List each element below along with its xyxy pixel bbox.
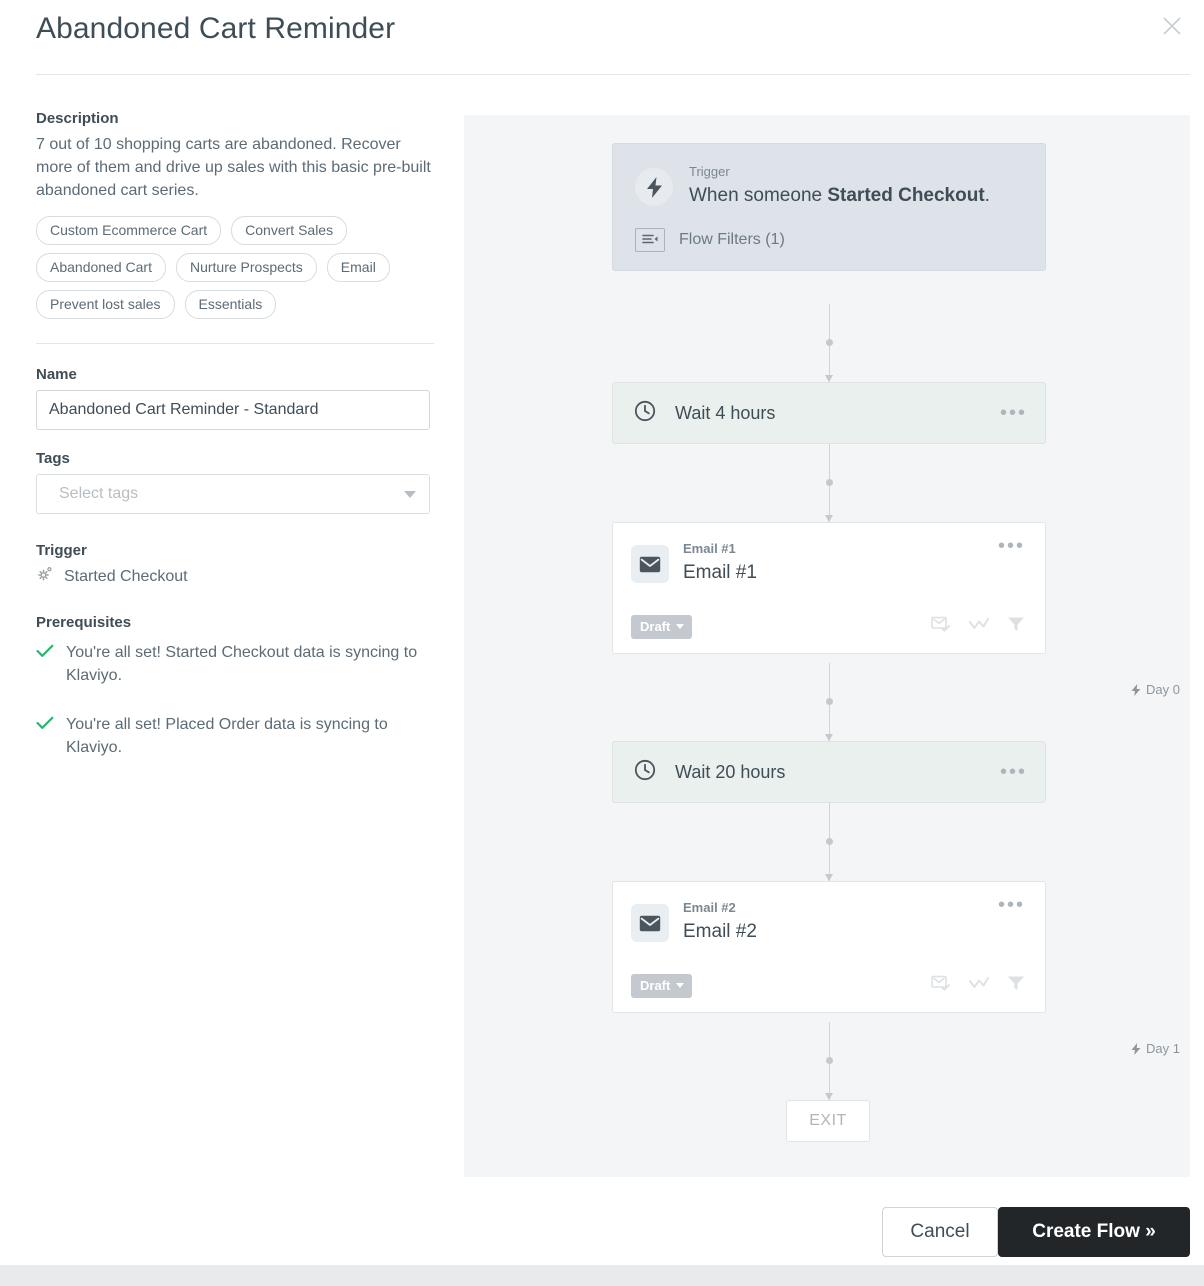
trigger-sentence-suffix: . xyxy=(985,185,990,206)
skip-icon[interactable] xyxy=(969,617,989,637)
flow-filters-icon xyxy=(635,228,665,252)
flow-filters-row[interactable]: Flow Filters (1) xyxy=(635,228,1023,252)
flow-diagram: Trigger When someone Started Checkout. F… xyxy=(464,115,1190,1177)
template-tag: Email xyxy=(327,253,390,282)
connector-arrow xyxy=(825,515,833,522)
smart-sending-icon[interactable] xyxy=(931,975,951,997)
template-tag: Nurture Prospects xyxy=(176,253,317,282)
flow-preview-canvas[interactable]: Trigger When someone Started Checkout. F… xyxy=(464,115,1190,1177)
trigger-card-kicker: Trigger xyxy=(689,164,990,180)
modal-footer: Cancel Create Flow » xyxy=(0,1207,1204,1265)
check-icon xyxy=(36,713,54,759)
clock-icon xyxy=(633,399,657,428)
trigger-label: Trigger xyxy=(36,542,436,559)
filter-icon[interactable] xyxy=(1007,616,1025,638)
page-title: Abandoned Cart Reminder xyxy=(36,12,395,46)
create-flow-button[interactable]: Create Flow » xyxy=(998,1207,1190,1257)
connector-dot xyxy=(826,698,833,705)
email-node-kicker: Email #2 xyxy=(683,900,757,916)
check-icon xyxy=(36,641,54,687)
flow-node-wait-2[interactable]: Wait 20 hours ••• xyxy=(612,741,1046,803)
clock-icon xyxy=(633,758,657,787)
trigger-sentence-prefix: When someone xyxy=(689,185,827,206)
connector-arrow xyxy=(825,874,833,881)
lightning-bolt-icon xyxy=(635,168,673,206)
tags-select[interactable] xyxy=(36,474,430,514)
flow-node-email-2[interactable]: Email #2 Email #2 ••• Draft xyxy=(612,881,1046,1013)
prerequisite-text: You're all set! Placed Order data is syn… xyxy=(66,713,426,759)
flow-filters-label: Flow Filters (1) xyxy=(679,231,785,249)
node-menu-button[interactable]: ••• xyxy=(998,900,1025,910)
modal-header: Abandoned Cart Reminder xyxy=(0,0,1204,74)
status-badge-label: Draft xyxy=(640,619,670,634)
name-input[interactable] xyxy=(36,390,430,430)
status-badge-label: Draft xyxy=(640,978,670,993)
trigger-row: Started Checkout xyxy=(36,565,436,588)
connector-arrow xyxy=(825,1093,833,1100)
connector-arrow xyxy=(825,375,833,382)
close-button[interactable] xyxy=(1154,8,1190,44)
node-menu-button[interactable]: ••• xyxy=(998,541,1025,551)
metric-gear-icon xyxy=(36,565,54,588)
window-bottom-bar xyxy=(0,1265,1204,1286)
email-node-name: Email #1 xyxy=(683,559,757,587)
connector-dot xyxy=(826,1057,833,1064)
email-node-actions xyxy=(931,616,1025,638)
template-tag: Essentials xyxy=(185,290,277,319)
description-text: 7 out of 10 shopping carts are abandoned… xyxy=(36,133,436,202)
smart-sending-icon[interactable] xyxy=(931,616,951,638)
close-icon xyxy=(1154,17,1190,35)
header-divider xyxy=(36,74,1190,75)
tags-input[interactable] xyxy=(36,474,430,514)
trigger-name: Started Checkout xyxy=(64,568,188,586)
name-field-label: Name xyxy=(36,366,436,383)
details-sidebar: Description 7 out of 10 shopping carts a… xyxy=(36,110,436,759)
template-tag: Custom Ecommerce Cart xyxy=(36,216,221,245)
day-label-text: Day 0 xyxy=(1146,682,1180,697)
template-tag: Abandoned Cart xyxy=(36,253,166,282)
email-node-name: Email #2 xyxy=(683,918,757,946)
skip-icon[interactable] xyxy=(969,976,989,996)
email-node-actions xyxy=(931,975,1025,997)
filter-icon[interactable] xyxy=(1007,975,1025,997)
template-tag: Convert Sales xyxy=(231,216,347,245)
description-label: Description xyxy=(36,110,436,127)
trigger-sentence-bold: Started Checkout xyxy=(827,185,984,206)
day-label-text: Day 1 xyxy=(1146,1041,1180,1056)
chevron-down-icon xyxy=(676,624,684,629)
connector-dot xyxy=(826,838,833,845)
trigger-card-sentence: When someone Started Checkout. xyxy=(689,182,990,210)
connector-dot xyxy=(826,479,833,486)
prerequisite-text: You're all set! Started Checkout data is… xyxy=(66,641,426,687)
flow-template-modal: Abandoned Cart Reminder Description 7 ou… xyxy=(0,0,1204,1286)
cancel-button[interactable]: Cancel xyxy=(882,1207,998,1257)
template-tag-list: Custom Ecommerce Cart Convert Sales Aban… xyxy=(36,216,446,319)
wait-node-label: Wait 4 hours xyxy=(675,403,1000,424)
tags-field-label: Tags xyxy=(36,450,436,467)
sidebar-divider xyxy=(36,343,434,344)
chevron-down-icon xyxy=(676,983,684,988)
lightning-bolt-icon xyxy=(1131,684,1141,696)
email-node-kicker: Email #1 xyxy=(683,541,757,557)
prerequisites-label: Prerequisites xyxy=(36,614,436,631)
day-label-2: Day 1 xyxy=(1131,1041,1180,1056)
node-menu-button[interactable]: ••• xyxy=(1000,767,1027,777)
envelope-icon xyxy=(631,545,669,583)
flow-node-wait-1[interactable]: Wait 4 hours ••• xyxy=(612,382,1046,444)
flow-node-trigger[interactable]: Trigger When someone Started Checkout. F… xyxy=(612,143,1046,271)
prerequisite-item: You're all set! Placed Order data is syn… xyxy=(36,713,436,759)
node-menu-button[interactable]: ••• xyxy=(1000,408,1027,418)
flow-node-email-1[interactable]: Email #1 Email #1 ••• Draft xyxy=(612,522,1046,654)
day-label-1: Day 0 xyxy=(1131,682,1180,697)
flow-node-exit: EXIT xyxy=(786,1100,870,1142)
envelope-icon xyxy=(631,904,669,942)
status-badge[interactable]: Draft xyxy=(631,974,692,998)
lightning-bolt-icon xyxy=(1131,1043,1141,1055)
connector-dot xyxy=(826,339,833,346)
connector-arrow xyxy=(825,734,833,741)
wait-node-label: Wait 20 hours xyxy=(675,762,1000,783)
template-tag: Prevent lost sales xyxy=(36,290,175,319)
status-badge[interactable]: Draft xyxy=(631,615,692,639)
prerequisite-item: You're all set! Started Checkout data is… xyxy=(36,641,436,687)
